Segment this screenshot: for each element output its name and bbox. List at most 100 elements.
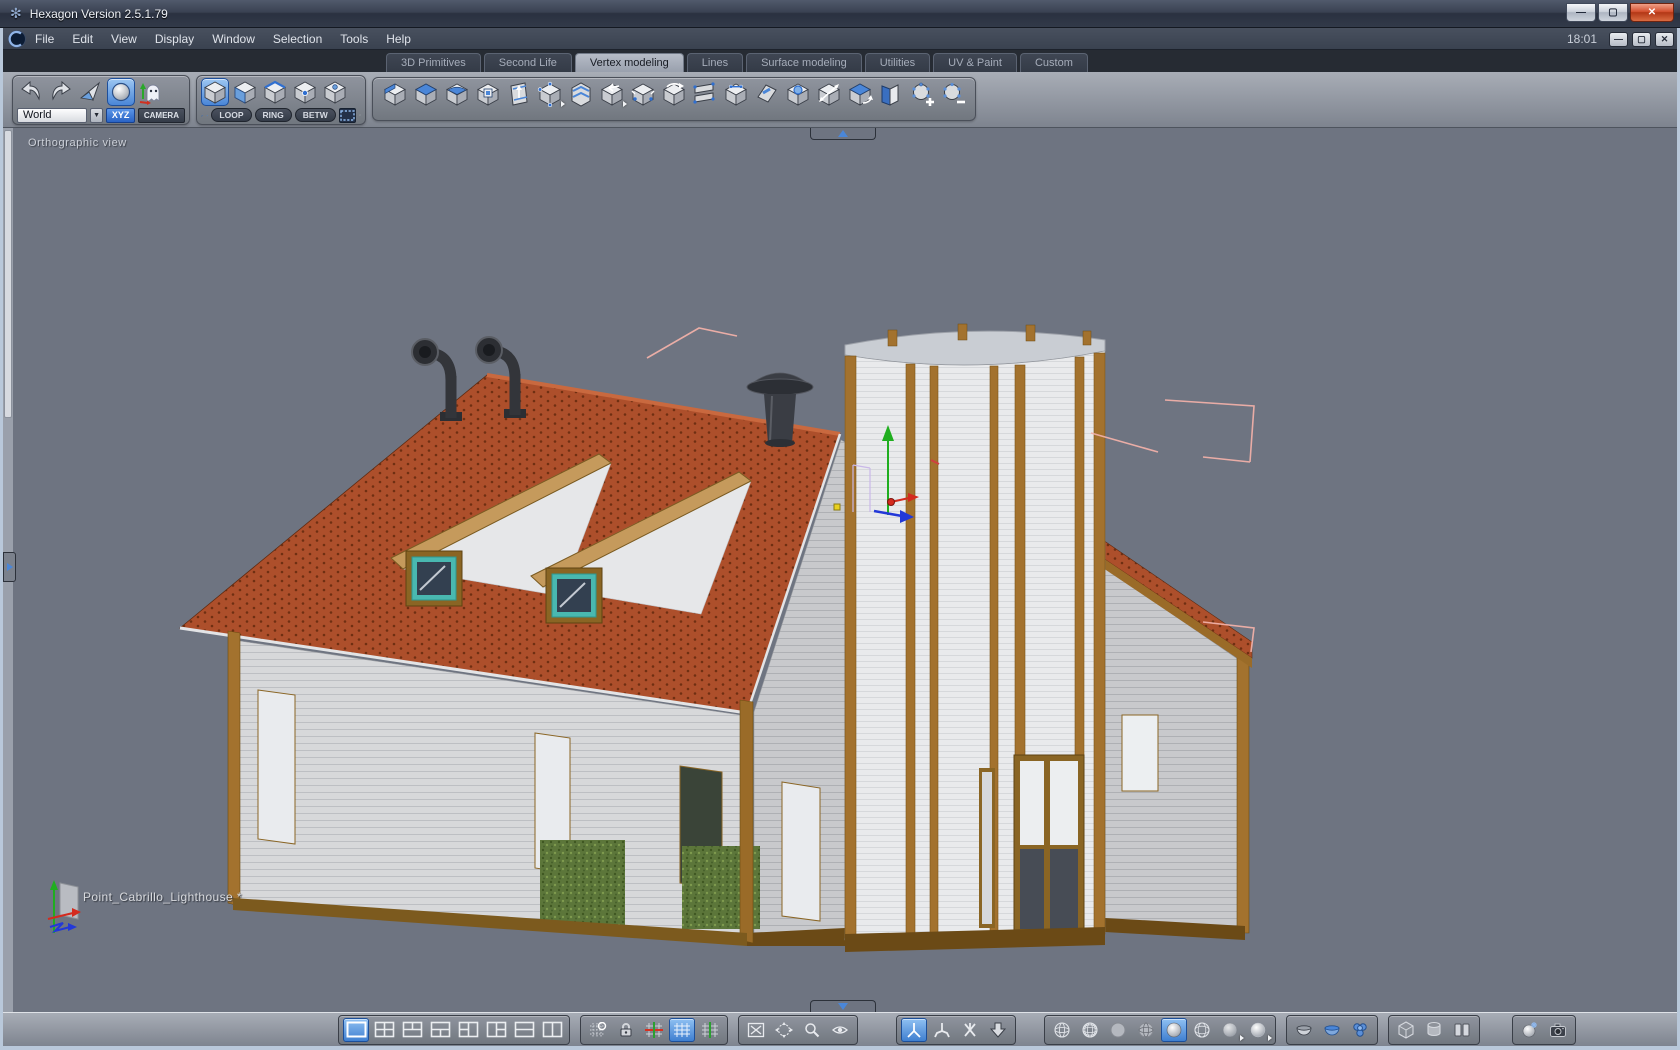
bright-sphere-icon[interactable] (1245, 1018, 1272, 1042)
sphere-select-icon[interactable] (107, 77, 135, 106)
stretch-plane-icon[interactable] (815, 80, 843, 108)
wire-sphere-icon[interactable] (1049, 1018, 1075, 1042)
tab-lines[interactable]: Lines (686, 53, 744, 72)
close-book-icon[interactable] (877, 80, 905, 108)
menu-selection[interactable]: Selection (264, 32, 331, 46)
tab-3d-primitives[interactable]: 3D Primitives (386, 53, 481, 72)
wire-sphere3-icon[interactable] (1189, 1018, 1215, 1042)
tab-vertex-modeling[interactable]: Vertex modeling (574, 53, 684, 72)
maximize-button[interactable]: ▢ (1598, 3, 1628, 22)
textured-sphere-icon[interactable] (1133, 1018, 1159, 1042)
cylinder-icon[interactable] (1421, 1018, 1447, 1042)
bowl-icon[interactable] (1291, 1018, 1317, 1042)
tab-utilities[interactable]: Utilities (864, 53, 931, 72)
gable-window[interactable] (781, 781, 821, 922)
gizmo-center[interactable] (887, 498, 895, 506)
extrude-panel-icon[interactable] (505, 80, 533, 108)
extrude-top-icon[interactable] (412, 80, 440, 108)
camera-button[interactable]: CAMERA (137, 107, 185, 123)
object-mode-icon[interactable] (201, 77, 229, 106)
layout-vsplit-icon[interactable] (539, 1018, 565, 1042)
lighthouse-tower[interactable] (844, 323, 1106, 952)
loop-button[interactable]: LOOP (211, 108, 252, 122)
sphere-cluster-icon[interactable] (1347, 1018, 1373, 1042)
grid-axes-icon[interactable] (641, 1018, 667, 1042)
render-sphere-icon[interactable] (1517, 1018, 1543, 1042)
grid-vline-icon[interactable] (697, 1018, 723, 1042)
mirror-arrow-icon[interactable] (598, 80, 627, 108)
edge-mode-icon[interactable] (261, 78, 289, 106)
zoom-icon[interactable] (799, 1018, 825, 1042)
arrow-select-icon[interactable] (206, 108, 209, 123)
sweep-cube-icon[interactable] (846, 80, 874, 108)
betw-button[interactable]: BETW (294, 108, 336, 122)
redo-arrow-icon[interactable] (47, 78, 75, 106)
layout-left-split-icon[interactable] (455, 1018, 481, 1042)
camera-icon[interactable] (1545, 1018, 1571, 1042)
vertex-mode-icon[interactable] (291, 78, 319, 106)
menu-edit[interactable]: Edit (63, 32, 102, 46)
ghost-icon[interactable] (137, 78, 165, 106)
panels-icon[interactable] (1449, 1018, 1475, 1042)
fold-stripes-icon[interactable] (567, 80, 595, 108)
bridge-plates-icon[interactable] (691, 80, 719, 108)
fillet-corner-icon[interactable] (753, 80, 781, 108)
lock-icon[interactable] (613, 1018, 639, 1042)
layout-single-icon[interactable] (343, 1017, 369, 1042)
layout-hsplit-icon[interactable] (511, 1018, 537, 1042)
lasso-select-icon[interactable] (358, 108, 361, 122)
drop-arrow-icon[interactable] (985, 1018, 1011, 1042)
tower-door[interactable] (1013, 754, 1085, 936)
front-window-1[interactable] (257, 689, 296, 845)
remove-points-icon[interactable] (939, 80, 967, 108)
blue-bowl-icon[interactable] (1319, 1018, 1345, 1042)
world-dropdown-arrow[interactable]: ▼ (89, 107, 104, 123)
close-button[interactable]: ✕ (1630, 3, 1674, 22)
layout-quad-icon[interactable] (371, 1018, 397, 1042)
add-points-icon[interactable] (908, 80, 936, 108)
undo-arrow-icon[interactable] (17, 78, 45, 106)
child-restore-button[interactable]: ▢ (1632, 31, 1651, 47)
pen-select-icon[interactable] (201, 108, 203, 123)
gizmo-pivot-dot[interactable] (833, 503, 841, 511)
menu-window[interactable]: Window (203, 32, 264, 46)
wire-sphere2-icon[interactable] (1077, 1018, 1103, 1042)
smooth-cube-icon[interactable] (443, 80, 471, 108)
free-manipulator-icon[interactable] (957, 1018, 983, 1042)
grid-active-icon[interactable] (669, 1017, 695, 1042)
connect-edges-icon[interactable] (722, 80, 750, 108)
bottom-panel-handle[interactable] (810, 1000, 876, 1012)
world-selector[interactable]: World (17, 107, 87, 123)
top-panel-handle[interactable] (810, 128, 876, 140)
tab-second-life[interactable]: Second Life (483, 53, 572, 72)
wire-cube-icon[interactable] (1393, 1018, 1419, 1042)
ring-button[interactable]: RING (254, 108, 292, 122)
face-mode-icon[interactable] (231, 78, 259, 106)
grid-lasso-icon[interactable] (585, 1018, 611, 1042)
menu-help[interactable]: Help (377, 32, 420, 46)
viewport[interactable]: Orthographic view Point_Cabrillo_Lightho… (3, 128, 1677, 1012)
xyz-button[interactable]: XYZ (106, 107, 135, 123)
tab-surface-modeling[interactable]: Surface modeling (746, 53, 862, 72)
soft-sphere-icon[interactable] (1217, 1018, 1244, 1042)
flip-normal-icon[interactable] (660, 80, 688, 108)
flat-sphere-icon[interactable] (1105, 1018, 1131, 1042)
tweak-vertices-icon[interactable] (536, 80, 565, 108)
eye-icon[interactable] (827, 1018, 853, 1042)
fly-select-icon[interactable] (77, 78, 105, 106)
menu-view[interactable]: View (102, 32, 146, 46)
universal-manipulator-icon[interactable] (901, 1017, 927, 1042)
left-panel-handle[interactable] (3, 552, 16, 582)
tab-custom[interactable]: Custom (1019, 53, 1088, 72)
child-minimize-button[interactable]: — (1609, 31, 1628, 47)
marquee-select-icon[interactable] (338, 107, 356, 123)
axis-manipulator-icon[interactable] (929, 1018, 955, 1042)
menu-display[interactable]: Display (146, 32, 203, 46)
left-scroll-thumb[interactable] (4, 130, 12, 418)
move-vertices-icon[interactable] (629, 80, 657, 108)
right-window[interactable] (1121, 714, 1159, 792)
weld-patch-icon[interactable] (784, 80, 812, 108)
tab-uv-paint[interactable]: UV & Paint (933, 53, 1017, 72)
fit-view-icon[interactable] (743, 1018, 769, 1042)
menu-file[interactable]: File (26, 32, 63, 46)
